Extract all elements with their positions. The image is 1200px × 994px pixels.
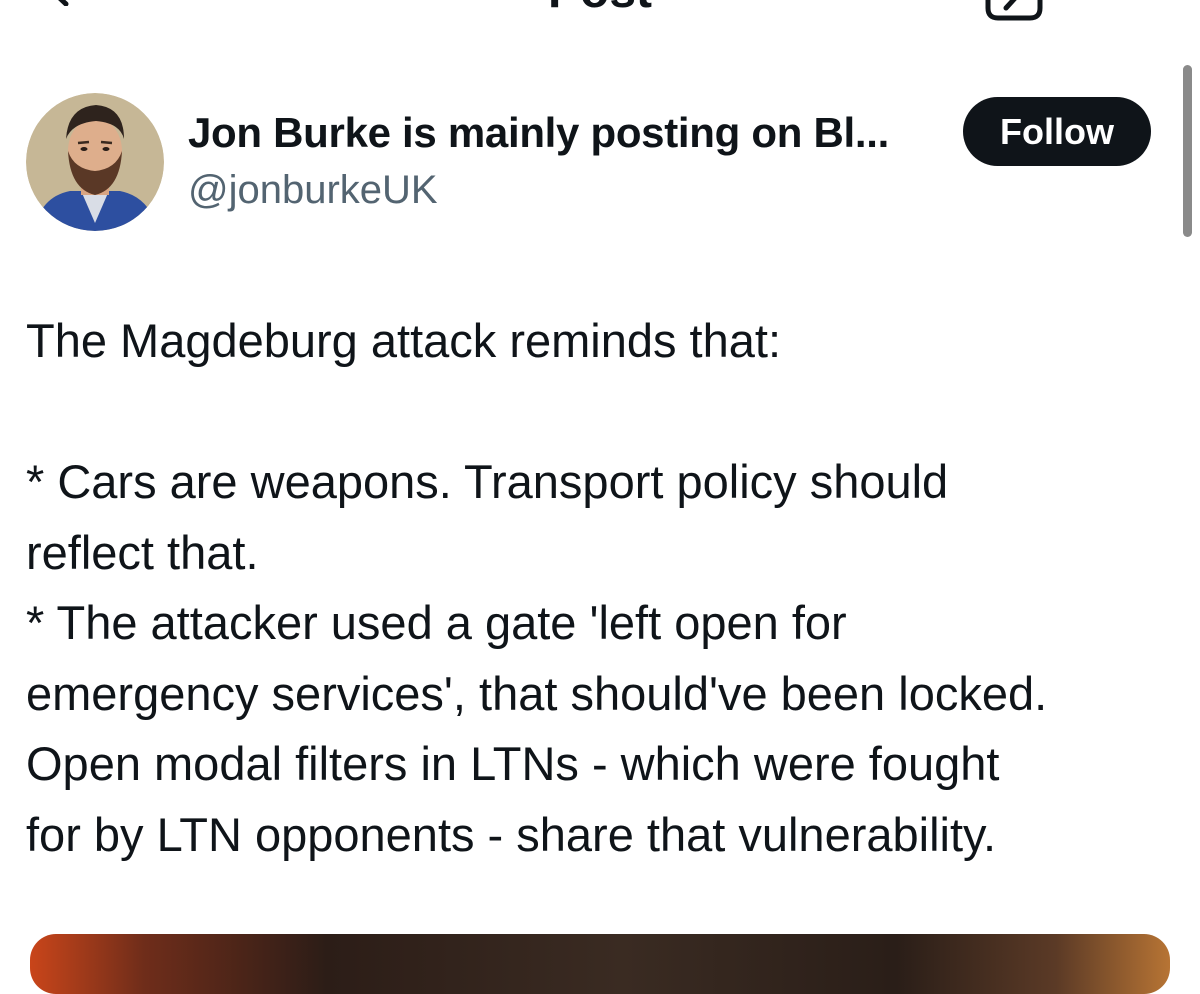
author-display-name[interactable]: Jon Burke is mainly posting on Bl... [188, 108, 889, 158]
avatar[interactable] [26, 93, 164, 231]
post-line: * The attacker used a gate 'left open fo… [26, 596, 847, 649]
post-line: reflect that. [26, 525, 259, 579]
top-navigation-bar: Post [0, 0, 1200, 40]
share-icon[interactable] [984, 0, 1044, 22]
scrollbar[interactable] [1183, 65, 1192, 237]
post-line: Open modal filters in LTNs - which were … [26, 737, 1000, 790]
post-line: The Magdeburg attack reminds that: [26, 314, 782, 367]
post-line: * Cars are weapons. Transport policy sho… [26, 455, 949, 508]
post-line-blank [26, 377, 1176, 448]
post-line: emergency services', that should've been… [26, 666, 1048, 720]
profile-photo [26, 93, 164, 231]
post-text: The Magdeburg attack reminds that: * Car… [26, 306, 1176, 870]
post-media-image[interactable] [30, 934, 1170, 994]
author-handle[interactable]: @jonburkeUK [188, 166, 438, 214]
post-line: for by LTN opponents - share that vulner… [26, 807, 997, 861]
follow-button[interactable]: Follow [963, 97, 1151, 166]
